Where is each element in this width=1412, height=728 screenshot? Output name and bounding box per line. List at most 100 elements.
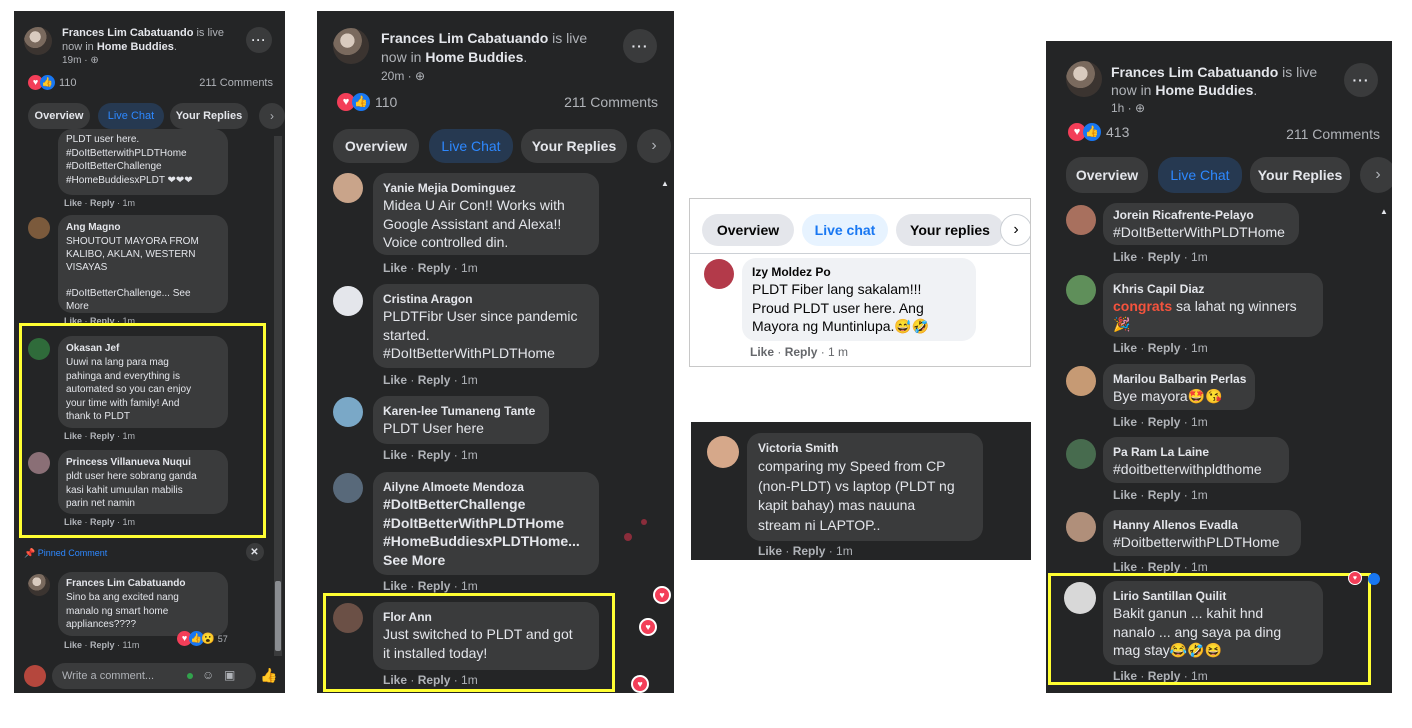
- commenter-avatar[interactable]: [333, 286, 363, 316]
- scrollbar[interactable]: [659, 176, 671, 693]
- comments-count[interactable]: 211 Comments: [564, 94, 658, 110]
- commenter-avatar[interactable]: [1064, 582, 1096, 614]
- tab-live-chat[interactable]: Live Chat: [429, 129, 513, 163]
- commenter-name[interactable]: Princess Villanueva Nuqui: [66, 457, 191, 468]
- commenter-name[interactable]: Izy Moldez Po: [752, 265, 831, 279]
- sticker-icon[interactable]: ▣: [224, 668, 235, 682]
- tab-overview[interactable]: Overview: [1066, 157, 1148, 193]
- tab-live-chat[interactable]: Live Chat: [98, 103, 164, 129]
- more-options-button[interactable]: ···: [1344, 63, 1378, 97]
- scroll-up-icon[interactable]: ▲: [661, 179, 669, 188]
- commenter-name[interactable]: Yanie Mejia Dominguez: [383, 181, 516, 195]
- globe-icon: ⊕: [90, 55, 99, 66]
- commenter-name[interactable]: Victoria Smith: [758, 441, 838, 455]
- poster-avatar[interactable]: [1066, 61, 1102, 97]
- panel-4: Victoria Smith comparing my Speed from C…: [691, 422, 1031, 560]
- scrollbar[interactable]: [274, 136, 282, 656]
- like-button-icon[interactable]: 👍: [260, 667, 277, 684]
- commenter-avatar[interactable]: [1066, 366, 1096, 396]
- tab-live-chat[interactable]: Live chat: [802, 214, 888, 246]
- tab-your-replies[interactable]: Your Replies: [170, 103, 248, 129]
- commenter-avatar[interactable]: [1066, 512, 1096, 542]
- comments-count[interactable]: 211 Comments: [1286, 126, 1380, 142]
- comment-meta: Like · Reply · 1m: [64, 316, 136, 326]
- comment-meta: Like · Reply · 1 m: [750, 345, 849, 359]
- haha-reaction-icon: 😮: [201, 633, 215, 645]
- commenter-avatar[interactable]: [333, 603, 363, 633]
- tab-live-chat[interactable]: Live Chat: [1158, 157, 1242, 193]
- commenter-avatar[interactable]: [704, 259, 734, 289]
- comment-bubble: Jorein Ricafrente-Pelayo #DoItBetterWith…: [1103, 203, 1299, 245]
- commenter-avatar[interactable]: [333, 173, 363, 203]
- commenter-name[interactable]: Ang Magno: [66, 222, 120, 233]
- group-name[interactable]: Home Buddies: [97, 41, 174, 53]
- commenter-name[interactable]: Karen-lee Tumaneng Tante: [383, 404, 535, 418]
- comments-count[interactable]: 211 Comments: [199, 77, 273, 89]
- pinned-reactions[interactable]: ♥ 👍 😮 57: [177, 631, 228, 646]
- commenter-name[interactable]: Okasan Jef: [66, 343, 119, 354]
- group-name[interactable]: Home Buddies: [425, 49, 523, 65]
- more-options-button[interactable]: ···: [246, 27, 272, 53]
- tab-your-replies[interactable]: Your replies: [896, 214, 1004, 246]
- comment-input[interactable]: Write a comment... ☺ ▣: [52, 663, 256, 689]
- commenter-name[interactable]: Ailyne Almoete Mendoza: [383, 480, 524, 494]
- post-header: Frances Lim Cabatuando is live now in Ho…: [381, 30, 588, 83]
- poster-name[interactable]: Frances Lim Cabatuando: [62, 27, 193, 39]
- commenter-name[interactable]: Khris Capil Diaz: [1113, 282, 1204, 296]
- floating-heart-icon: ♥: [631, 675, 649, 693]
- comment-text: #doitbetterwithpldthome: [1113, 461, 1262, 477]
- tabs-next-arrow[interactable]: ›: [637, 129, 671, 163]
- like-reaction-icon: 👍: [40, 75, 55, 90]
- scrollbar-thumb[interactable]: [275, 581, 281, 651]
- comment-bubble: Pa Ram La Laine #doitbetterwithpldthome: [1103, 437, 1289, 483]
- emoji-icon[interactable]: ☺: [202, 668, 214, 682]
- commenter-avatar[interactable]: [28, 338, 50, 360]
- like-link[interactable]: Like: [64, 198, 82, 208]
- close-icon[interactable]: ✕: [246, 543, 264, 561]
- commenter-avatar[interactable]: [28, 217, 50, 239]
- commenter-avatar[interactable]: [28, 574, 50, 596]
- poster-name[interactable]: Frances Lim Cabatuando: [1111, 64, 1278, 80]
- poster-avatar[interactable]: [24, 27, 52, 55]
- tabs-next-arrow[interactable]: ›: [1360, 157, 1392, 193]
- group-name[interactable]: Home Buddies: [1155, 82, 1253, 98]
- commenter-name[interactable]: Cristina Aragon: [383, 292, 473, 306]
- commenter-avatar[interactable]: [1066, 439, 1096, 469]
- reaction-summary[interactable]: ♥ 👍 110: [337, 93, 397, 111]
- globe-icon: ⊕: [1135, 101, 1146, 115]
- commenter-avatar[interactable]: [1066, 275, 1096, 305]
- reply-link[interactable]: Reply: [90, 198, 115, 208]
- tab-your-replies[interactable]: Your Replies: [1250, 157, 1350, 193]
- commenter-avatar[interactable]: [333, 397, 363, 427]
- commenter-name[interactable]: Frances Lim Cabatuando: [66, 578, 185, 589]
- comment-text: #DoItBetterChallenge #DoItBetterWithPLDT…: [383, 496, 580, 568]
- tab-overview[interactable]: Overview: [333, 129, 419, 163]
- user-avatar[interactable]: [24, 665, 46, 687]
- comment-meta: Like · Reply · 11m: [64, 640, 140, 650]
- commenter-avatar[interactable]: [28, 452, 50, 474]
- poster-name[interactable]: Frances Lim Cabatuando: [381, 30, 548, 46]
- tab-your-replies[interactable]: Your Replies: [521, 129, 627, 163]
- tab-overview[interactable]: Overview: [702, 214, 794, 246]
- tab-overview[interactable]: Overview: [28, 103, 90, 129]
- reaction-summary[interactable]: ♥ 👍 413: [1068, 123, 1129, 141]
- comment-text: comparing my Speed from CP (non-PLDT) vs…: [758, 458, 955, 533]
- commenter-name[interactable]: Flor Ann: [383, 610, 432, 624]
- tabs-next-arrow[interactable]: ›: [259, 103, 285, 129]
- commenter-avatar[interactable]: [333, 473, 363, 503]
- poster-avatar[interactable]: [333, 28, 369, 64]
- commenter-name[interactable]: Marilou Balbarin Perlas: [1113, 372, 1246, 386]
- comment-meta: Like · Reply · 1m: [383, 673, 478, 687]
- reaction-summary[interactable]: ♥ 👍 110: [28, 75, 77, 90]
- commenter-name[interactable]: Hanny Allenos Evadla: [1113, 518, 1238, 532]
- commenter-name[interactable]: Pa Ram La Laine: [1113, 445, 1209, 459]
- more-options-button[interactable]: ···: [623, 29, 657, 63]
- commenter-name[interactable]: Lirio Santillan Quilit: [1113, 589, 1226, 603]
- comment-meta: Like · Reply · 1m: [383, 579, 478, 593]
- panel-2: Frances Lim Cabatuando is live now in Ho…: [317, 11, 674, 693]
- scroll-up-icon[interactable]: ▲: [1380, 207, 1388, 216]
- commenter-avatar[interactable]: [707, 436, 739, 468]
- commenter-avatar[interactable]: [1066, 205, 1096, 235]
- commenter-name[interactable]: Jorein Ricafrente-Pelayo: [1113, 208, 1254, 222]
- tabs-next-arrow[interactable]: ›: [1000, 214, 1030, 246]
